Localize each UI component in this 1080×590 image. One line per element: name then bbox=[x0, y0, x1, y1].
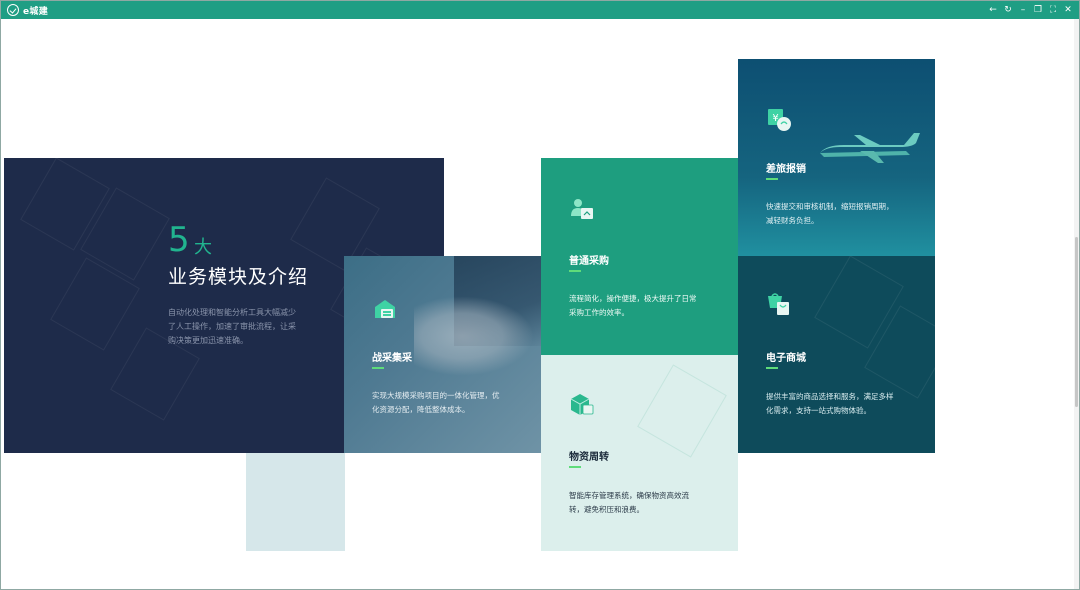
app-logo-icon bbox=[7, 4, 19, 16]
title-underline bbox=[569, 270, 581, 272]
card-title: 普通采购 bbox=[569, 256, 609, 267]
back-icon[interactable]: ← bbox=[988, 5, 998, 15]
module-count: 5 bbox=[168, 220, 190, 260]
decorative-block bbox=[246, 453, 345, 551]
title-underline bbox=[766, 178, 778, 180]
shop-bag-icon bbox=[766, 292, 792, 318]
package-icon bbox=[569, 391, 595, 417]
module-card-putong[interactable]: 普通采购 流程简化，操作便捷，极大提升了日常采购工作的效率。 bbox=[541, 158, 738, 355]
module-card-zhancai[interactable]: 战采集采 实现大规模采购项目的一体化管理，优化资源分配，降低整体成本。 bbox=[344, 256, 541, 453]
title-underline bbox=[569, 466, 581, 468]
window-controls: ← ↻ – ❐ ⛶ ✕ bbox=[988, 1, 1073, 19]
intro-description: 自动化处理和智能分析工具大幅减少了人工操作，加速了审批流程，让采购决策更加迅速准… bbox=[168, 308, 296, 345]
title-underline bbox=[372, 367, 384, 369]
fullscreen-icon[interactable]: ⛶ bbox=[1048, 5, 1058, 15]
hexagon-decoration bbox=[637, 364, 727, 458]
app-window: e城建 ← ↻ – ❐ ⛶ ✕ 5 大 业务模块及介绍 自动化处理和智能分析工具… bbox=[0, 0, 1080, 590]
yen-coin-icon: ¥ bbox=[766, 107, 792, 133]
person-box-icon bbox=[569, 196, 595, 222]
card-title: 电子商城 bbox=[766, 353, 806, 364]
handshake-photo-highlight bbox=[414, 296, 534, 376]
card-title: 差旅报销 bbox=[766, 164, 806, 175]
title-underline bbox=[766, 367, 778, 369]
card-description: 智能库存管理系统，确保物资高效流转，避免积压和浪费。 bbox=[569, 491, 689, 514]
refresh-icon[interactable]: ↻ bbox=[1003, 5, 1013, 15]
page-title: 业务模块及介绍 bbox=[168, 266, 309, 288]
card-description: 提供丰富的商品选择和服务，满足多样化需求，支持一站式购物体验。 bbox=[766, 392, 894, 415]
card-title: 战采集采 bbox=[372, 353, 412, 364]
card-description: 流程简化，操作便捷，极大提升了日常采购工作的效率。 bbox=[569, 294, 697, 317]
title-bar: e城建 ← ↻ – ❐ ⛶ ✕ bbox=[1, 1, 1079, 19]
warehouse-icon bbox=[372, 296, 398, 322]
module-count-unit: 大 bbox=[194, 237, 212, 258]
page-content: 5 大 业务模块及介绍 自动化处理和智能分析工具大幅减少了人工操作，加速了审批流… bbox=[3, 19, 1079, 589]
card-description: 实现大规模采购项目的一体化管理，优化资源分配，降低整体成本。 bbox=[372, 391, 500, 414]
module-card-chalv[interactable]: ¥ 差旅报销 快速提交和审核机制，缩短报销周期，减轻财务负担。 bbox=[738, 59, 935, 256]
app-title: e城建 bbox=[23, 6, 49, 17]
scrollbar-thumb[interactable] bbox=[1075, 237, 1078, 407]
close-icon[interactable]: ✕ bbox=[1063, 5, 1073, 15]
card-description: 快速提交和审核机制，缩短报销周期，减轻财务负担。 bbox=[766, 202, 894, 225]
module-card-dianzi[interactable]: 电子商城 提供丰富的商品选择和服务，满足多样化需求，支持一站式购物体验。 bbox=[738, 256, 935, 453]
restore-icon[interactable]: ❐ bbox=[1033, 5, 1043, 15]
module-card-wuzi[interactable]: 物资周转 智能库存管理系统，确保物资高效流转，避免积压和浪费。 bbox=[541, 355, 738, 551]
minimize-icon[interactable]: – bbox=[1018, 5, 1028, 15]
airplane-illustration bbox=[820, 133, 920, 163]
card-title: 物资周转 bbox=[569, 452, 609, 463]
